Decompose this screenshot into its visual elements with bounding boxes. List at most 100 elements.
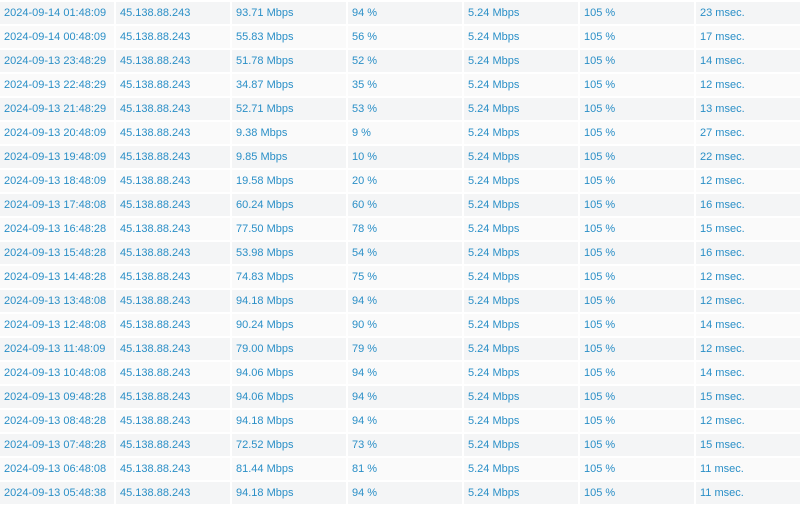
cell-upload-percent: 105 %: [580, 458, 694, 480]
cell-upload-percent: 105 %: [580, 338, 694, 360]
cell-download-speed: 51.78 Mbps: [232, 50, 346, 72]
cell-ping: 22 msec.: [696, 146, 800, 168]
cell-ping: 12 msec.: [696, 74, 800, 96]
cell-ip-address: 45.138.88.243: [116, 314, 230, 336]
cell-upload-speed: 5.24 Mbps: [464, 170, 578, 192]
cell-ip-address: 45.138.88.243: [116, 170, 230, 192]
cell-download-percent: 94 %: [348, 290, 462, 312]
cell-download-percent: 94 %: [348, 410, 462, 432]
cell-ping: 13 msec.: [696, 98, 800, 120]
cell-upload-speed: 5.24 Mbps: [464, 2, 578, 24]
cell-ip-address: 45.138.88.243: [116, 458, 230, 480]
cell-upload-percent: 105 %: [580, 410, 694, 432]
cell-download-speed: 52.71 Mbps: [232, 98, 346, 120]
cell-ip-address: 45.138.88.243: [116, 146, 230, 168]
cell-datetime: 2024-09-13 08:48:28: [0, 410, 114, 432]
cell-ping: 12 msec.: [696, 266, 800, 288]
cell-ping: 17 msec.: [696, 26, 800, 48]
cell-upload-speed: 5.24 Mbps: [464, 98, 578, 120]
cell-ping: 14 msec.: [696, 314, 800, 336]
cell-download-speed: 74.83 Mbps: [232, 266, 346, 288]
cell-upload-percent: 105 %: [580, 50, 694, 72]
cell-download-percent: 81 %: [348, 458, 462, 480]
cell-download-percent: 53 %: [348, 98, 462, 120]
cell-ping: 16 msec.: [696, 242, 800, 264]
cell-download-speed: 77.50 Mbps: [232, 218, 346, 240]
cell-upload-speed: 5.24 Mbps: [464, 482, 578, 504]
cell-download-speed: 79.00 Mbps: [232, 338, 346, 360]
cell-ip-address: 45.138.88.243: [116, 50, 230, 72]
speedtest-results-table: 2024-09-14 01:48:09 45.138.88.243 93.71 Mb…: [0, 0, 800, 505]
cell-ping: 15 msec.: [696, 218, 800, 240]
cell-ip-address: 45.138.88.243: [116, 386, 230, 408]
cell-ip-address: 45.138.88.243: [116, 26, 230, 48]
cell-download-speed: 94.18 Mbps: [232, 482, 346, 504]
cell-download-speed: 19.58 Mbps: [232, 170, 346, 192]
cell-ip-address: 45.138.88.243: [116, 194, 230, 216]
cell-datetime: 2024-09-13 16:48:28: [0, 218, 114, 240]
cell-download-percent: 35 %: [348, 74, 462, 96]
cell-ping: 27 msec.: [696, 122, 800, 144]
cell-upload-percent: 105 %: [580, 194, 694, 216]
cell-upload-percent: 105 %: [580, 122, 694, 144]
cell-ping: 12 msec.: [696, 338, 800, 360]
cell-datetime: 2024-09-13 06:48:08: [0, 458, 114, 480]
cell-datetime: 2024-09-13 10:48:08: [0, 362, 114, 384]
cell-upload-percent: 105 %: [580, 170, 694, 192]
cell-upload-percent: 105 %: [580, 146, 694, 168]
cell-ping: 12 msec.: [696, 290, 800, 312]
cell-download-percent: 9 %: [348, 122, 462, 144]
cell-upload-speed: 5.24 Mbps: [464, 314, 578, 336]
cell-download-speed: 90.24 Mbps: [232, 314, 346, 336]
cell-upload-speed: 5.24 Mbps: [464, 290, 578, 312]
cell-ping: 12 msec.: [696, 170, 800, 192]
cell-download-speed: 81.44 Mbps: [232, 458, 346, 480]
table-row: 2024-09-13 19:48:09 45.138.88.243 9.85 Mbp…: [0, 146, 800, 168]
cell-upload-speed: 5.24 Mbps: [464, 194, 578, 216]
cell-upload-speed: 5.24 Mbps: [464, 362, 578, 384]
table-row: 2024-09-13 20:48:09 45.138.88.243 9.38 Mbp…: [0, 122, 800, 144]
cell-download-speed: 55.83 Mbps: [232, 26, 346, 48]
cell-download-speed: 53.98 Mbps: [232, 242, 346, 264]
cell-upload-percent: 105 %: [580, 386, 694, 408]
cell-datetime: 2024-09-13 17:48:08: [0, 194, 114, 216]
cell-upload-percent: 105 %: [580, 290, 694, 312]
table-row: 2024-09-13 11:48:09 45.138.88.243 79.00 Mb…: [0, 338, 800, 360]
cell-download-speed: 34.87 Mbps: [232, 74, 346, 96]
table-row: 2024-09-13 14:48:28 45.138.88.243 74.83 Mb…: [0, 266, 800, 288]
cell-datetime: 2024-09-13 07:48:28: [0, 434, 114, 456]
cell-upload-percent: 105 %: [580, 242, 694, 264]
cell-download-speed: 9.38 Mbps: [232, 122, 346, 144]
cell-datetime: 2024-09-13 19:48:09: [0, 146, 114, 168]
table-row: 2024-09-13 08:48:28 45.138.88.243 94.18 Mb…: [0, 410, 800, 432]
cell-download-speed: 94.18 Mbps: [232, 410, 346, 432]
table-row: 2024-09-13 05:48:38 45.138.88.243 94.18 Mb…: [0, 482, 800, 504]
cell-download-percent: 73 %: [348, 434, 462, 456]
table-row: 2024-09-13 10:48:08 45.138.88.243 94.06 Mb…: [0, 362, 800, 384]
table-row: 2024-09-13 07:48:28 45.138.88.243 72.52 Mb…: [0, 434, 800, 456]
cell-download-percent: 94 %: [348, 482, 462, 504]
cell-download-speed: 72.52 Mbps: [232, 434, 346, 456]
cell-download-percent: 78 %: [348, 218, 462, 240]
cell-ping: 11 msec.: [696, 458, 800, 480]
cell-ping: 11 msec.: [696, 482, 800, 504]
cell-upload-percent: 105 %: [580, 314, 694, 336]
table-row: 2024-09-13 18:48:09 45.138.88.243 19.58 Mb…: [0, 170, 800, 192]
table-row: 2024-09-13 15:48:28 45.138.88.243 53.98 Mb…: [0, 242, 800, 264]
table-row: 2024-09-13 09:48:28 45.138.88.243 94.06 Mb…: [0, 386, 800, 408]
cell-upload-speed: 5.24 Mbps: [464, 50, 578, 72]
cell-download-percent: 94 %: [348, 362, 462, 384]
cell-upload-percent: 105 %: [580, 482, 694, 504]
cell-upload-speed: 5.24 Mbps: [464, 386, 578, 408]
table-row: 2024-09-14 00:48:09 45.138.88.243 55.83 Mb…: [0, 26, 800, 48]
table-row: 2024-09-13 22:48:29 45.138.88.243 34.87 Mb…: [0, 74, 800, 96]
table-row: 2024-09-13 21:48:29 45.138.88.243 52.71 Mb…: [0, 98, 800, 120]
cell-upload-percent: 105 %: [580, 26, 694, 48]
cell-upload-speed: 5.24 Mbps: [464, 434, 578, 456]
cell-ip-address: 45.138.88.243: [116, 410, 230, 432]
table-body: 2024-09-14 01:48:09 45.138.88.243 93.71 Mb…: [0, 2, 800, 504]
cell-ip-address: 45.138.88.243: [116, 218, 230, 240]
cell-download-percent: 90 %: [348, 314, 462, 336]
cell-download-percent: 10 %: [348, 146, 462, 168]
cell-upload-speed: 5.24 Mbps: [464, 458, 578, 480]
